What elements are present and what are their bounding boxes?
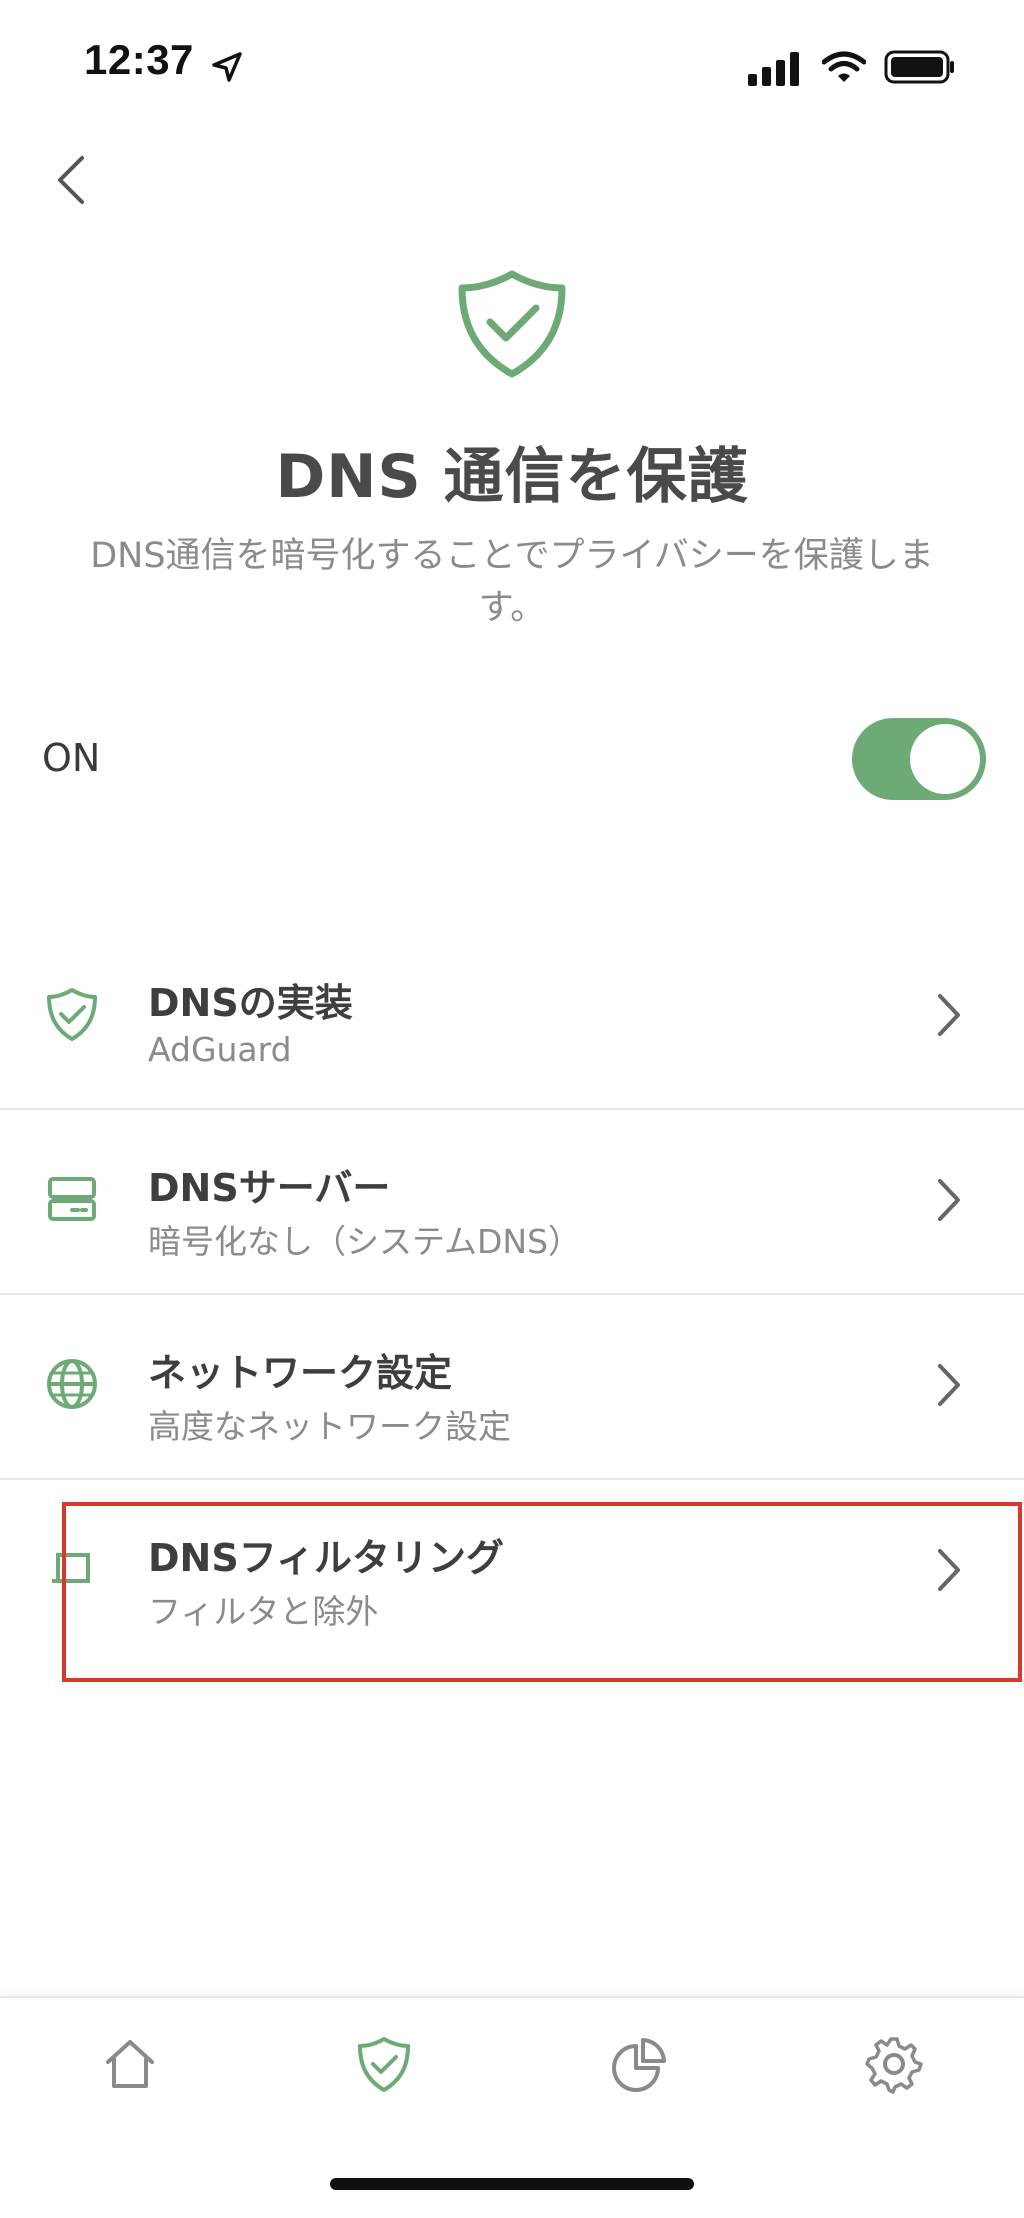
wifi-icon bbox=[822, 51, 866, 82]
home-indicator bbox=[330, 2178, 694, 2190]
gear-icon[interactable] bbox=[864, 2034, 924, 2094]
pie-chart-icon[interactable] bbox=[610, 2034, 670, 2094]
menu-item-dns-implementation[interactable]: DNSの実装 AdGuard bbox=[0, 926, 1024, 1110]
menu-item-subtitle: AdGuard bbox=[148, 1030, 292, 1069]
globe-icon bbox=[47, 1359, 97, 1409]
chevron-right-icon bbox=[938, 1179, 960, 1221]
highlight-annotation-box bbox=[62, 1502, 1022, 1682]
page-description: DNS通信を暗号化することでプライバシーを保護します。 bbox=[90, 536, 934, 628]
home-icon[interactable] bbox=[100, 2034, 160, 2094]
menu-item-subtitle: 高度なネットワーク設定 bbox=[148, 1407, 511, 1446]
shield-check-icon bbox=[47, 988, 97, 1041]
chevron-right-icon bbox=[938, 1364, 960, 1406]
toggle-knob bbox=[910, 724, 980, 794]
server-icon bbox=[48, 1177, 96, 1221]
cellular-signal-icon bbox=[748, 52, 799, 86]
divider bbox=[0, 1108, 1024, 1110]
menu-item-title: DNSの実装 bbox=[148, 981, 353, 1025]
shield-check-icon[interactable] bbox=[354, 2034, 414, 2094]
menu-item-network-settings[interactable]: ネットワーク設定 高度なネットワーク設定 bbox=[0, 1296, 1024, 1480]
menu-item-title: ネットワーク設定 bbox=[148, 1351, 453, 1395]
menu-item-dns-server[interactable]: DNSサーバー 暗号化なし（システムDNS） bbox=[0, 1111, 1024, 1295]
divider bbox=[0, 1478, 1024, 1480]
back-button[interactable] bbox=[52, 154, 92, 206]
shield-check-icon bbox=[458, 270, 566, 378]
chevron-right-icon bbox=[938, 994, 960, 1036]
status-time: 12:37 bbox=[84, 36, 194, 83]
protection-toggle[interactable] bbox=[852, 718, 986, 800]
menu-item-title: DNSサーバー bbox=[148, 1166, 391, 1210]
battery-icon bbox=[884, 50, 954, 84]
location-arrow-icon bbox=[212, 52, 242, 82]
divider bbox=[0, 1293, 1024, 1295]
menu-item-subtitle: 暗号化なし（システムDNS） bbox=[148, 1222, 582, 1261]
protection-toggle-label: ON bbox=[42, 736, 101, 780]
page-title: DNS 通信を保護 bbox=[275, 442, 749, 512]
